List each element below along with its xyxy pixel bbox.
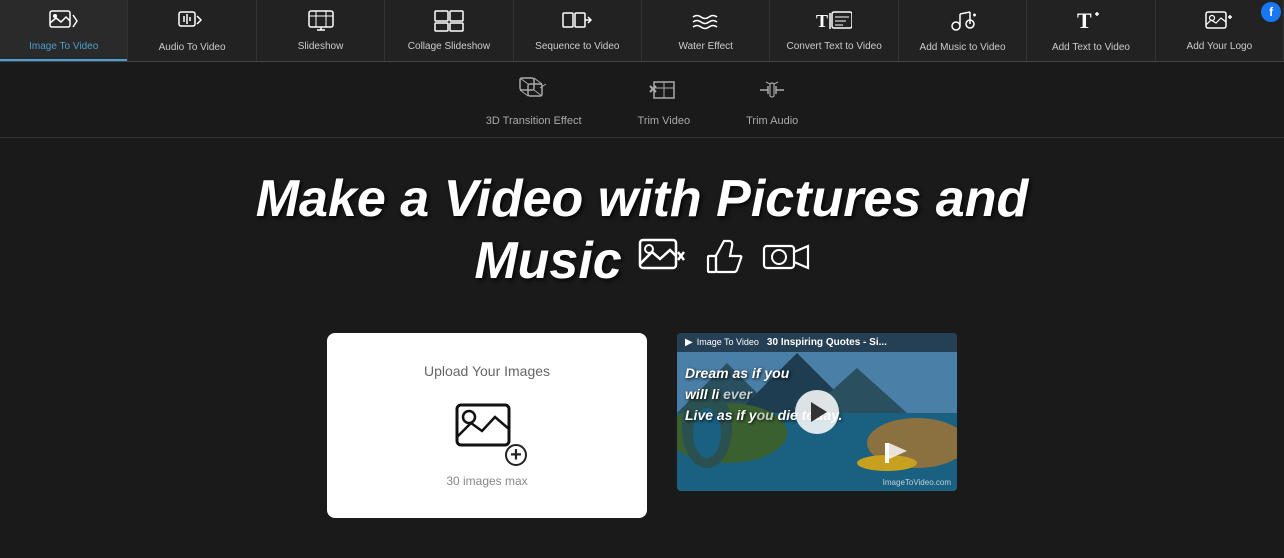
sec-nav-label-3d-transition: 3D Transition Effect: [486, 115, 582, 127]
nav-item-sequence-to-video[interactable]: Sequence to Video: [514, 0, 642, 61]
svg-text:T: T: [816, 11, 828, 31]
nav-label-convert-text-to-video: Convert Text to Video: [787, 41, 882, 52]
trim-audio-icon: [756, 76, 788, 111]
nav-item-audio-to-video[interactable]: Audio To Video: [128, 0, 256, 61]
sec-nav-trim-video[interactable]: Trim Video: [630, 72, 699, 131]
add-text-to-video-icon: T: [1077, 8, 1105, 38]
collage-slideshow-icon: [434, 9, 464, 37]
video-background: ▶ Image To Video 30 Inspiring Quotes - S…: [677, 333, 957, 491]
top-navigation: Image To Video Audio To Video Slideshow: [0, 0, 1284, 62]
nav-label-add-text-to-video: Add Text to Video: [1052, 42, 1130, 53]
upload-label: Upload Your Images: [424, 363, 550, 379]
nav-label-add-music-to-video: Add Music to Video: [920, 42, 1006, 53]
video-play-button[interactable]: [795, 390, 839, 434]
video-top-bar: ▶ Image To Video 30 Inspiring Quotes - S…: [677, 333, 957, 352]
trim-video-icon: [648, 76, 680, 111]
facebook-badge: f: [1261, 2, 1281, 22]
nav-label-image-to-video: Image To Video: [29, 41, 98, 52]
video-top-label: Image To Video: [697, 337, 759, 347]
sec-nav-label-trim-video: Trim Video: [638, 115, 691, 127]
sequence-to-video-icon: [562, 9, 592, 37]
nav-item-image-to-video[interactable]: Image To Video: [0, 0, 128, 61]
water-effect-icon: [691, 9, 721, 37]
nav-item-collage-slideshow[interactable]: Collage Slideshow: [385, 0, 513, 61]
headline-line1: Make a Video with Pictures and: [256, 168, 1029, 230]
video-watermark: ImageToVideo.com: [883, 478, 951, 487]
sec-nav-trim-audio[interactable]: Trim Audio: [738, 72, 806, 131]
upload-box[interactable]: Upload Your Images + 30 images max: [327, 333, 647, 518]
add-music-to-video-icon: [948, 8, 978, 38]
convert-text-to-video-icon: T: [816, 9, 852, 37]
headline-image-icon: [638, 236, 686, 287]
nav-item-water-effect[interactable]: Water Effect: [642, 0, 770, 61]
video-player-icon: ▶: [685, 337, 693, 348]
nav-item-add-your-logo[interactable]: f Add Your Logo: [1156, 0, 1284, 61]
sec-nav-label-trim-audio: Trim Audio: [746, 115, 798, 127]
play-triangle-icon: [811, 402, 827, 422]
3d-transition-icon: [518, 76, 550, 111]
nav-item-slideshow[interactable]: Slideshow: [257, 0, 385, 61]
nav-label-slideshow: Slideshow: [298, 41, 344, 52]
slideshow-icon: [306, 9, 336, 37]
audio-to-video-icon: [178, 8, 206, 38]
nav-item-convert-text-to-video[interactable]: T Convert Text to Video: [770, 0, 898, 61]
nav-label-add-your-logo: Add Your Logo: [1187, 41, 1253, 52]
add-your-logo-icon: [1204, 9, 1234, 37]
headline-camera-icon: [762, 236, 810, 287]
nav-item-add-text-to-video[interactable]: T Add Text to Video: [1027, 0, 1155, 61]
nav-label-water-effect: Water Effect: [679, 41, 733, 52]
headline: Make a Video with Pictures and Music: [40, 168, 1244, 293]
video-preview[interactable]: ▶ Image To Video 30 Inspiring Quotes - S…: [677, 333, 957, 491]
upload-plus-icon: +: [505, 444, 527, 466]
svg-text:T: T: [1077, 8, 1092, 33]
nav-label-collage-slideshow: Collage Slideshow: [408, 41, 490, 52]
headline-line2: Music: [474, 230, 621, 292]
nav-label-sequence-to-video: Sequence to Video: [535, 41, 619, 52]
sec-nav-3d-transition[interactable]: 3D Transition Effect: [478, 72, 590, 131]
bottom-section: Upload Your Images + 30 images max: [40, 333, 1244, 518]
image-to-video-icon: [49, 9, 79, 37]
nav-item-add-music-to-video[interactable]: Add Music to Video: [899, 0, 1027, 61]
main-content: Make a Video with Pictures and Music: [0, 138, 1284, 558]
upload-max-text: 30 images max: [446, 474, 527, 488]
upload-icon-wrap: +: [455, 397, 519, 462]
secondary-navigation: 3D Transition Effect Trim Video: [0, 62, 1284, 138]
headline-thumbsup-icon: [702, 236, 746, 287]
nav-label-audio-to-video: Audio To Video: [159, 42, 226, 53]
video-top-title: 30 Inspiring Quotes - Si...: [767, 337, 887, 348]
